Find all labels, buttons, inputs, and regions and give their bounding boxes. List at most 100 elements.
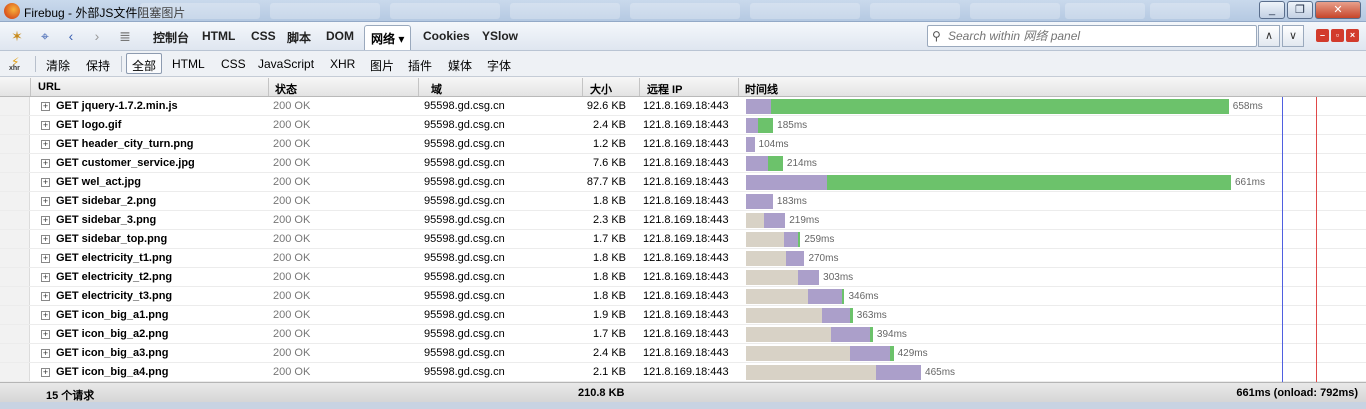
background-tab	[140, 3, 260, 19]
search-prev-button[interactable]: ∧	[1258, 25, 1280, 47]
column-divider	[30, 78, 31, 96]
search-next-button[interactable]: ∨	[1282, 25, 1304, 47]
request-row[interactable]: + GET wel_act.jpg 200 OK 95598.gd.csg.cn 87.…	[0, 173, 1366, 192]
firebug-minimize-button[interactable]: –	[1316, 29, 1329, 42]
panel-list-icon[interactable]: ≣	[117, 28, 133, 44]
request-url: GET electricity_t3.png	[56, 290, 173, 302]
request-url: GET sidebar_3.png	[56, 214, 157, 226]
inspect-icon[interactable]: ⌖	[37, 28, 53, 44]
expand-toggle-icon[interactable]: +	[41, 121, 50, 130]
xhr-breakpoint-icon[interactable]: ⚡ xhr	[8, 55, 26, 73]
column-header-timeline[interactable]: 时间线	[745, 81, 778, 97]
timing-receive-bar	[841, 289, 845, 304]
tab-dom[interactable]: DOM	[326, 29, 354, 43]
column-header-remote-ip[interactable]: 远程 IP	[647, 81, 682, 97]
request-row[interactable]: + GET icon_big_a2.png 200 OK 95598.gd.csg.c…	[0, 325, 1366, 344]
request-domain: 95598.gd.csg.cn	[424, 214, 505, 226]
request-row[interactable]: + GET jquery-1.7.2.min.js 200 OK 95598.gd.c…	[0, 97, 1366, 116]
filter-html[interactable]: HTML	[172, 57, 205, 71]
expand-toggle-icon[interactable]: +	[41, 178, 50, 187]
expand-toggle-icon[interactable]: +	[41, 140, 50, 149]
persist-button[interactable]: 保持	[86, 57, 110, 74]
timing-connect-bar	[746, 137, 755, 152]
close-button[interactable]: ✕	[1315, 1, 1361, 19]
expand-toggle-icon[interactable]: +	[41, 216, 50, 225]
timing-wait-bar	[746, 365, 877, 380]
column-header-domain[interactable]: 域	[431, 81, 442, 97]
request-row[interactable]: + GET icon_big_a4.png 200 OK 95598.gd.csg.c…	[0, 363, 1366, 382]
column-header-status[interactable]: 状态	[275, 81, 297, 97]
filter-css[interactable]: CSS	[221, 57, 246, 71]
timing-receive-bar	[771, 99, 1229, 114]
request-row[interactable]: + GET electricity_t1.png 200 OK 95598.gd.cs…	[0, 249, 1366, 268]
request-row[interactable]: + GET header_city_turn.png 200 OK 95598.gd.…	[0, 135, 1366, 154]
tab-console[interactable]: 控制台	[153, 29, 189, 46]
request-row[interactable]: + GET sidebar_2.png 200 OK 95598.gd.csg.cn 1…	[0, 192, 1366, 211]
forward-arrow-icon[interactable]: ›	[89, 28, 105, 44]
request-url: GET wel_act.jpg	[56, 176, 141, 188]
filter-fonts[interactable]: 字体	[487, 57, 511, 74]
request-row[interactable]: + GET electricity_t3.png 200 OK 95598.gd.cs…	[0, 287, 1366, 306]
request-remote-ip: 121.8.169.18:443	[643, 119, 729, 131]
request-domain: 95598.gd.csg.cn	[424, 100, 505, 112]
filter-plugins[interactable]: 插件	[408, 57, 432, 74]
filter-javascript[interactable]: JavaScript	[258, 57, 314, 71]
expand-toggle-icon[interactable]: +	[41, 159, 50, 168]
request-domain: 95598.gd.csg.cn	[424, 233, 505, 245]
firebug-detach-button[interactable]: ▫	[1331, 29, 1344, 42]
request-row[interactable]: + GET sidebar_3.png 200 OK 95598.gd.csg.cn 2…	[0, 211, 1366, 230]
timing-connect-bar	[746, 99, 772, 114]
filter-all[interactable]: 全部	[126, 53, 163, 74]
request-duration: 346ms	[848, 291, 879, 302]
expand-toggle-icon[interactable]: +	[41, 292, 50, 301]
request-row[interactable]: + GET icon_big_a3.png 200 OK 95598.gd.csg.c…	[0, 344, 1366, 363]
filter-images[interactable]: 图片	[370, 57, 394, 74]
request-duration: 270ms	[808, 253, 839, 264]
tab-yslow[interactable]: YSlow	[482, 29, 518, 43]
expand-toggle-icon[interactable]: +	[41, 197, 50, 206]
tab-html[interactable]: HTML	[202, 29, 235, 43]
request-row[interactable]: + GET logo.gif 200 OK 95598.gd.csg.cn 2.4 KB…	[0, 116, 1366, 135]
request-row[interactable]: + GET electricity_t2.png 200 OK 95598.gd.cs…	[0, 268, 1366, 287]
window-bottom-edge	[0, 402, 1366, 409]
filter-xhr[interactable]: XHR	[330, 57, 355, 71]
firebug-close-button[interactable]: ×	[1346, 29, 1359, 42]
expand-toggle-icon[interactable]: +	[41, 368, 50, 377]
request-row[interactable]: + GET icon_big_a1.png 200 OK 95598.gd.csg.c…	[0, 306, 1366, 325]
request-row[interactable]: + GET customer_service.jpg 200 OK 95598.gd.…	[0, 154, 1366, 173]
tab-script[interactable]: 脚本	[287, 29, 311, 46]
tab-css[interactable]: CSS	[251, 29, 276, 43]
expand-toggle-icon[interactable]: +	[41, 330, 50, 339]
request-size: 1.2 KB	[592, 138, 626, 150]
request-size: 2.1 KB	[592, 366, 626, 378]
search-input[interactable]	[948, 28, 1248, 44]
request-remote-ip: 121.8.169.18:443	[643, 233, 729, 245]
expand-toggle-icon[interactable]: +	[41, 349, 50, 358]
expand-toggle-icon[interactable]: +	[41, 273, 50, 282]
request-size: 92.6 KB	[586, 100, 626, 112]
column-divider	[738, 78, 739, 96]
firebug-menu-icon[interactable]: ✶	[9, 28, 25, 44]
request-status: 200 OK	[273, 100, 311, 112]
expand-toggle-icon[interactable]: +	[41, 235, 50, 244]
clear-button[interactable]: 清除	[46, 57, 70, 74]
request-row[interactable]: + GET sidebar_top.png 200 OK 95598.gd.csg.c…	[0, 230, 1366, 249]
request-duration: 661ms	[1235, 177, 1266, 188]
request-remote-ip: 121.8.169.18:443	[643, 252, 729, 264]
request-size: 87.7 KB	[586, 176, 626, 188]
column-header-size[interactable]: 大小	[590, 81, 612, 97]
column-header-url[interactable]: URL	[38, 81, 61, 93]
expand-toggle-icon[interactable]: +	[41, 102, 50, 111]
expand-toggle-icon[interactable]: +	[41, 254, 50, 263]
column-divider	[268, 78, 269, 96]
maximize-button[interactable]: ❐	[1287, 1, 1313, 19]
minimize-button[interactable]: _	[1259, 1, 1285, 19]
background-tab	[510, 3, 620, 19]
expand-toggle-icon[interactable]: +	[41, 311, 50, 320]
tab-cookies[interactable]: Cookies	[423, 29, 470, 43]
tab-net[interactable]: 网络 ▾	[364, 25, 412, 50]
back-arrow-icon[interactable]: ‹	[63, 28, 79, 44]
filter-media[interactable]: 媒体	[448, 57, 472, 74]
request-domain: 95598.gd.csg.cn	[424, 157, 505, 169]
request-url: GET icon_big_a3.png	[56, 347, 169, 359]
